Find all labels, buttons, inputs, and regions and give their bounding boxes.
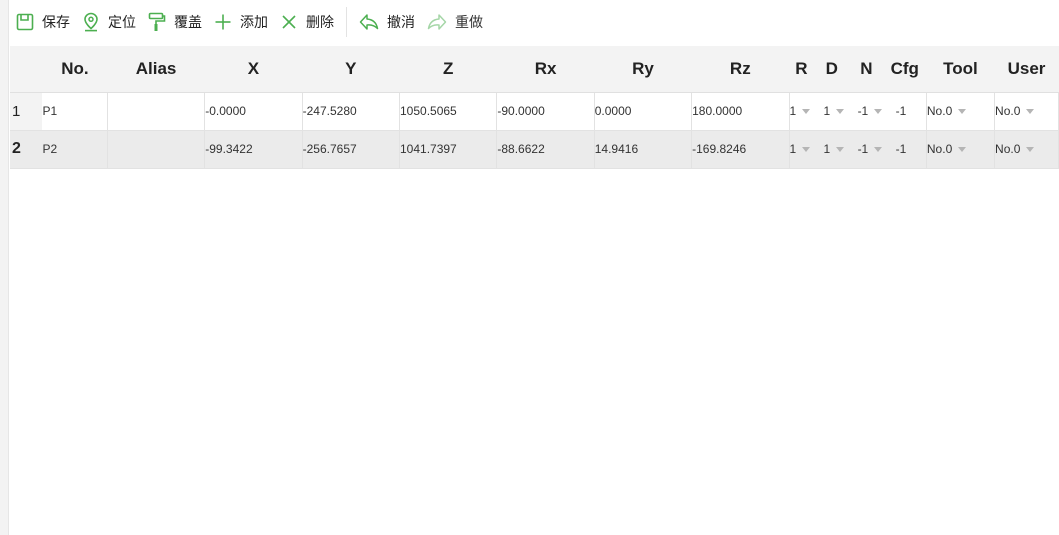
cell-z[interactable]: 1050.5065 <box>399 92 498 131</box>
cell-user[interactable]: No.0 <box>994 130 1059 169</box>
column-header-ry[interactable]: Ry <box>594 46 692 93</box>
column-header-z[interactable]: Z <box>399 46 497 93</box>
column-header-cfg[interactable]: Cfg <box>883 46 927 93</box>
add-label: 添加 <box>240 14 268 30</box>
column-header-no[interactable]: No. <box>42 46 108 93</box>
toolbar-separator <box>346 7 347 37</box>
column-header-x[interactable]: X <box>204 46 303 93</box>
r-value: 1 <box>789 104 797 118</box>
locate-label: 定位 <box>108 14 136 30</box>
cfg-value[interactable]: -1 <box>896 142 907 156</box>
row-index[interactable]: 2 <box>10 130 43 169</box>
undo-label: 撤消 <box>387 14 415 30</box>
cell-x[interactable]: -99.3422 <box>204 130 303 169</box>
delete-button[interactable]: 删除 <box>274 0 340 44</box>
cell-rz[interactable]: 180.0000 <box>691 92 790 131</box>
redo-label: 重做 <box>455 14 483 30</box>
chevron-down-icon <box>836 146 845 152</box>
d-value: 1 <box>823 142 831 156</box>
save-icon <box>16 13 34 31</box>
d-dropdown[interactable]: 1 <box>824 142 845 156</box>
r-value: 1 <box>789 142 797 156</box>
location-pin-icon <box>84 12 98 32</box>
column-header-r[interactable]: R <box>789 46 814 93</box>
undo-button[interactable]: 撤消 <box>353 0 421 44</box>
close-icon <box>282 15 296 29</box>
overwrite-button[interactable]: 覆盖 <box>142 0 208 44</box>
undo-icon <box>359 14 379 30</box>
cfg-value[interactable]: -1 <box>896 104 907 118</box>
cell-y[interactable]: -247.5280 <box>302 92 401 131</box>
points-table: No. Alias X Y Z Rx Ry Rz R D N Cfg Tool … <box>10 46 1059 169</box>
n-value: -1 <box>857 142 869 156</box>
column-header-tool[interactable]: Tool <box>926 46 995 93</box>
d-dropdown[interactable]: 1 <box>824 104 845 118</box>
cell-alias[interactable] <box>107 130 206 169</box>
user-dropdown[interactable]: No.0 <box>995 142 1035 156</box>
d-value: 1 <box>823 104 831 118</box>
toolbar: 保存 定位 覆盖 添加 删除 撤消 重做 <box>10 0 1059 44</box>
column-header-n[interactable]: N <box>849 46 884 93</box>
row-index[interactable]: 1 <box>10 92 43 131</box>
cell-tool[interactable]: No.0 <box>926 130 996 169</box>
cell-ry[interactable]: 0.0000 <box>594 92 693 131</box>
cell-z[interactable]: 1041.7397 <box>399 130 498 169</box>
delete-label: 删除 <box>306 14 334 30</box>
tool-value: No.0 <box>926 142 953 156</box>
chevron-down-icon <box>1026 146 1035 152</box>
add-button[interactable]: 添加 <box>208 0 274 44</box>
chevron-down-icon <box>836 108 845 114</box>
redo-button[interactable]: 重做 <box>421 0 489 44</box>
cell-config-group: 1 1 -1 -1 <box>789 130 927 169</box>
column-header-y[interactable]: Y <box>302 46 400 93</box>
user-value: No.0 <box>995 104 1021 118</box>
left-edge-strip <box>0 0 9 535</box>
user-value: No.0 <box>995 142 1021 156</box>
cell-ry[interactable]: 14.9416 <box>594 130 693 169</box>
table-row-selected[interactable]: 2 P2 -99.3422 -256.7657 1041.7397 -88.66… <box>10 130 1059 169</box>
column-header-alias[interactable]: Alias <box>107 46 205 93</box>
cell-y[interactable]: -256.7657 <box>302 130 401 169</box>
n-value: -1 <box>857 104 869 118</box>
chevron-down-icon <box>874 108 883 114</box>
locate-button[interactable]: 定位 <box>76 0 142 44</box>
chevron-down-icon <box>802 108 811 114</box>
r-dropdown[interactable]: 1 <box>790 104 811 118</box>
cell-no[interactable]: P1 <box>42 92 108 131</box>
column-header-rx[interactable]: Rx <box>496 46 595 93</box>
column-header-d[interactable]: D <box>813 46 850 93</box>
cell-rx[interactable]: -88.6622 <box>496 130 595 169</box>
cell-rx[interactable]: -90.0000 <box>496 92 595 131</box>
cell-alias[interactable] <box>107 92 206 131</box>
plus-icon <box>215 14 231 30</box>
tool-dropdown[interactable]: No.0 <box>926 142 967 156</box>
column-header-user[interactable]: User <box>994 46 1059 93</box>
cell-no[interactable]: P2 <box>42 130 108 169</box>
overwrite-label: 覆盖 <box>174 14 202 30</box>
cell-tool[interactable]: No.0 <box>926 92 996 131</box>
chevron-down-icon <box>802 146 811 152</box>
cell-x[interactable]: -0.0000 <box>204 92 303 131</box>
table-row[interactable]: 1 P1 -0.0000 -247.5280 1050.5065 -90.000… <box>10 92 1059 131</box>
chevron-down-icon <box>958 108 967 114</box>
paint-roller-icon <box>148 12 166 31</box>
tool-dropdown[interactable]: No.0 <box>926 104 967 118</box>
cell-config-group: 1 1 -1 -1 <box>789 92 927 131</box>
chevron-down-icon <box>874 146 883 152</box>
cell-rz[interactable]: -169.8246 <box>691 130 790 169</box>
chevron-down-icon <box>958 146 967 152</box>
r-dropdown[interactable]: 1 <box>790 142 811 156</box>
n-dropdown[interactable]: -1 <box>858 104 883 118</box>
save-button[interactable]: 保存 <box>10 0 76 44</box>
corner-header <box>10 46 43 93</box>
tool-value: No.0 <box>926 104 953 118</box>
chevron-down-icon <box>1026 108 1035 114</box>
cell-user[interactable]: No.0 <box>994 92 1059 131</box>
user-dropdown[interactable]: No.0 <box>995 104 1035 118</box>
n-dropdown[interactable]: -1 <box>858 142 883 156</box>
save-label: 保存 <box>42 14 70 30</box>
table-header-row: No. Alias X Y Z Rx Ry Rz R D N Cfg Tool … <box>10 46 1059 93</box>
column-header-rz[interactable]: Rz <box>691 46 789 93</box>
redo-icon <box>427 14 447 30</box>
